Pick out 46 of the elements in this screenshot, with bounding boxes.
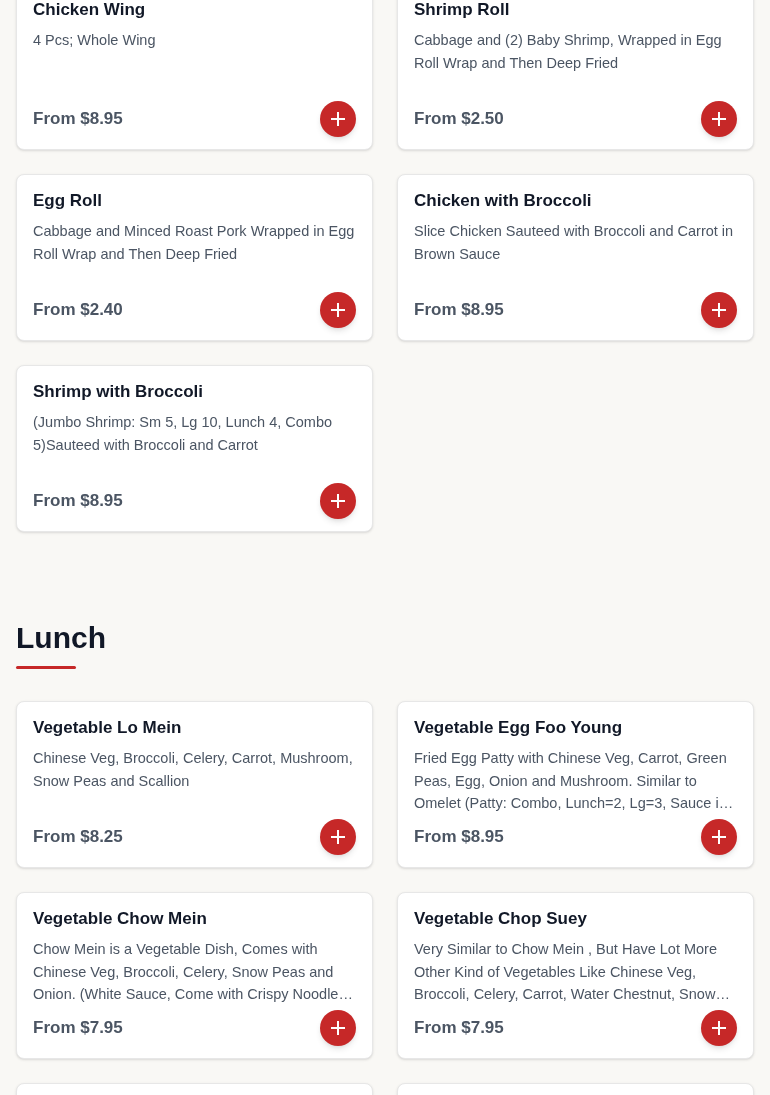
plus-icon [712,830,726,844]
section-title: Lunch [16,620,107,656]
item-price: From $8.95 [414,299,504,322]
item-description: Very Similar to Chow Mein , But Have Lot More Other Kind of Vegetables Like Chinese Veg, Broccoli, Celery, Carrot, Water Chestnut, Snow… [414,940,731,1004]
item-description: Fried Egg Patty with Chinese Veg, Carrot, Green Peas, Egg, Onion and Mushroom. Similar to Omelet (Patty: Combo, Lunch=2, Lg=3, Sauce i… [414,749,735,813]
item-description: Chinese Veg, Broccoli, Celery, Carrot, Mushroom, Snow Peas and Scallion [33,749,354,791]
add-button[interactable] [320,1010,356,1046]
plus-icon [712,1021,726,1035]
add-button[interactable] [701,819,737,855]
plus-icon [712,303,726,317]
item-price: From $8.95 [33,108,123,131]
item-price: From $2.50 [414,108,504,131]
item-price: From $7.95 [414,1017,504,1040]
item-description: Chow Mein is a Vegetable Dish, Comes with Chinese Veg, Broccoli, Celery, Snow Peas and Onion. (White Sauce, Come with Crispy Noodle… [33,940,354,1004]
item-description: Cabbage and (2) Baby Shrimp, Wrapped in Egg Roll Wrap and Then Deep Fried [414,31,723,73]
plus-icon [331,112,345,126]
item-price: From $8.95 [33,490,123,513]
add-button[interactable] [701,101,737,137]
add-button[interactable] [701,292,737,328]
item-name: Egg Roll [33,190,103,212]
item-description: Slice Chicken Sauteed with Broccoli and Carrot in Brown Sauce [414,222,735,264]
item-description: (Jumbo Shrimp: Sm 5, Lg 10, Lunch 4, Combo 5)Sauteed with Broccoli and Carrot [33,413,333,455]
add-button[interactable] [320,101,356,137]
item-price: From $2.40 [33,299,123,322]
item-name: Vegetable Chow Mein [33,908,208,930]
add-button[interactable] [320,292,356,328]
item-description: Cabbage and Minced Roast Pork Wrapped in Egg Roll Wrap and Then Deep Fried [33,222,356,264]
add-button[interactable] [320,819,356,855]
item-name: Vegetable Lo Mein [33,717,183,739]
add-button[interactable] [701,1010,737,1046]
item-price: From $8.25 [33,826,123,849]
plus-icon [712,112,726,126]
item-description: 4 Pcs; Whole Wing [33,31,157,50]
plus-icon [331,830,345,844]
item-name: Chicken Wing [33,0,147,21]
item-name: Vegetable Egg Foo Young [414,717,624,739]
item-name: Shrimp with Broccoli [33,381,205,403]
item-name: Vegetable Chop Suey [414,908,588,930]
item-price: From $8.95 [414,826,504,849]
add-button[interactable] [320,483,356,519]
plus-icon [331,494,345,508]
plus-icon [331,303,345,317]
item-name: Chicken with Broccoli [414,190,593,212]
item-name: Shrimp Roll [414,0,511,21]
plus-icon [331,1021,345,1035]
item-price: From $7.95 [33,1017,123,1040]
